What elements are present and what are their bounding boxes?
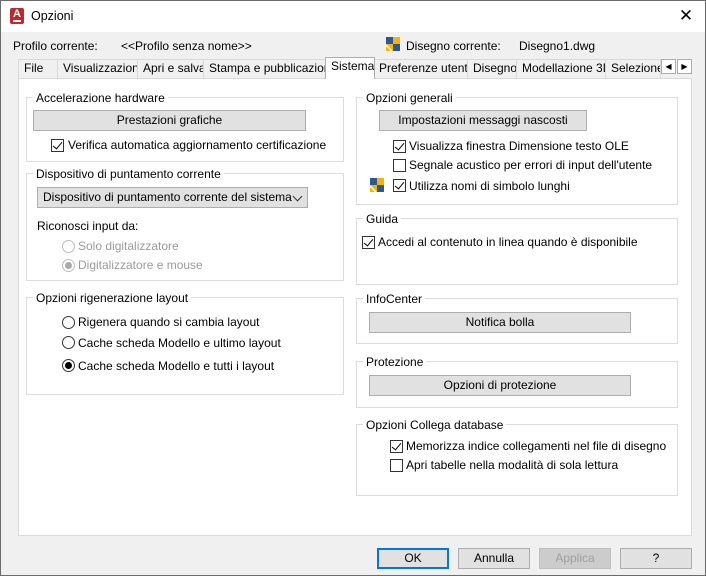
infocenter-title: InfoCenter [363,292,426,306]
ole-text-size-checkbox[interactable] [393,140,406,153]
ok-button[interactable]: OK [377,548,449,569]
close-button[interactable]: ✕ [667,1,705,32]
options-dialog: A Opzioni ✕ Profilo corrente: <<Profilo … [0,0,706,576]
tab-file[interactable]: File [18,59,58,78]
long-symbol-names-checkbox[interactable] [393,179,406,192]
drawing-setting-icon [369,178,384,193]
security-title: Protezione [363,355,427,369]
pointing-device-select-value: Dispositivo di puntamento corrente del s… [43,190,292,204]
tab-stampa-e-pubblicazione[interactable]: Stampa e pubblicazione [203,59,327,78]
drawing-value: Disegno1.dwg [519,39,596,53]
cancel-button[interactable]: Annulla [458,548,530,569]
readonly-tables-label: Apri tabelle nella modalità di sola lett… [406,458,619,472]
tab-scroll-right-button[interactable]: ▶ [677,59,692,74]
tab-sistema[interactable]: Sistema [325,57,375,79]
auto-check-certification-label: Verifica automatica aggiornamento certif… [68,138,327,152]
cache-model-last-layout-radio[interactable] [62,336,75,349]
window-title: Opzioni [31,9,74,23]
general-options-title: Opzioni generali [363,91,456,105]
tab-disegno[interactable]: Disegno [467,59,517,78]
help-group: Guida [356,212,678,285]
chevron-down-icon [292,191,303,202]
ole-text-size-label: Visualizza finestra Dimensione testo OLE [409,139,629,153]
hardware-acceleration-title: Accelerazione hardware [33,91,168,105]
store-link-index-label: Memorizza indice collegamenti nel file d… [406,439,667,453]
digitizer-only-radio[interactable] [62,240,75,253]
beep-on-error-label: Segnale acustico per errori di input del… [409,158,653,172]
title-bar: A Opzioni ✕ [1,1,705,32]
drawing-file-icon [385,37,400,52]
online-help-checkbox[interactable] [362,236,375,249]
digitizer-and-mouse-radio[interactable] [62,259,75,272]
apply-button[interactable]: Applica [539,548,611,569]
pointing-device-select[interactable]: Dispositivo di puntamento corrente del s… [37,187,308,208]
autocad-app-icon: A [10,8,24,24]
drawing-label: Disegno corrente: [406,39,501,53]
regen-on-switch-label: Rigenera quando si cambia layout [78,315,260,329]
tab-preferenze-utente[interactable]: Preferenze utente [373,59,468,78]
graphics-performance-button[interactable]: Prestazioni grafiche [33,110,306,131]
tab-selezione[interactable]: Selezione [605,59,661,78]
cache-model-all-layouts-radio[interactable] [62,359,75,372]
balloon-notification-button[interactable]: Notifica bolla [369,312,631,333]
digitizer-only-label: Solo digitalizzatore [78,239,179,253]
beep-on-error-checkbox[interactable] [393,159,406,172]
tab-apri-e-salva[interactable]: Apri e salva [137,59,204,78]
cache-model-all-layouts-label: Cache scheda Modello e tutti i layout [78,359,275,373]
regen-on-switch-radio[interactable] [62,316,75,329]
store-link-index-checkbox[interactable] [390,440,403,453]
dblink-title: Opzioni Collega database [363,418,507,432]
help-button[interactable]: ? [620,548,692,569]
tab-scroll-left-button[interactable]: ◀ [661,59,676,74]
cache-model-last-layout-label: Cache scheda Modello e ultimo layout [78,336,281,350]
tab-visualizzazione[interactable]: Visualizzazione [57,59,138,78]
pointing-device-title: Dispositivo di puntamento corrente [33,167,224,181]
layout-regen-title: Opzioni rigenerazione layout [33,291,192,305]
digitizer-and-mouse-label: Digitalizzatore e mouse [78,258,203,272]
online-help-label: Accedi al contenuto in linea quando è di… [378,235,638,249]
security-options-button[interactable]: Opzioni di protezione [369,375,631,396]
profile-label: Profilo corrente: [13,39,98,53]
hidden-messages-settings-button[interactable]: Impostazioni messaggi nascosti [379,110,587,131]
readonly-tables-checkbox[interactable] [390,459,403,472]
help-title: Guida [363,212,402,226]
accept-input-label: Riconosci input da: [37,219,139,233]
tab-modellazione-3d[interactable]: Modellazione 3D [516,59,606,78]
profile-value: <<Profilo senza nome>> [121,39,252,53]
auto-check-certification-checkbox[interactable] [51,139,64,152]
long-symbol-names-label: Utilizza nomi di simbolo lunghi [409,179,570,193]
